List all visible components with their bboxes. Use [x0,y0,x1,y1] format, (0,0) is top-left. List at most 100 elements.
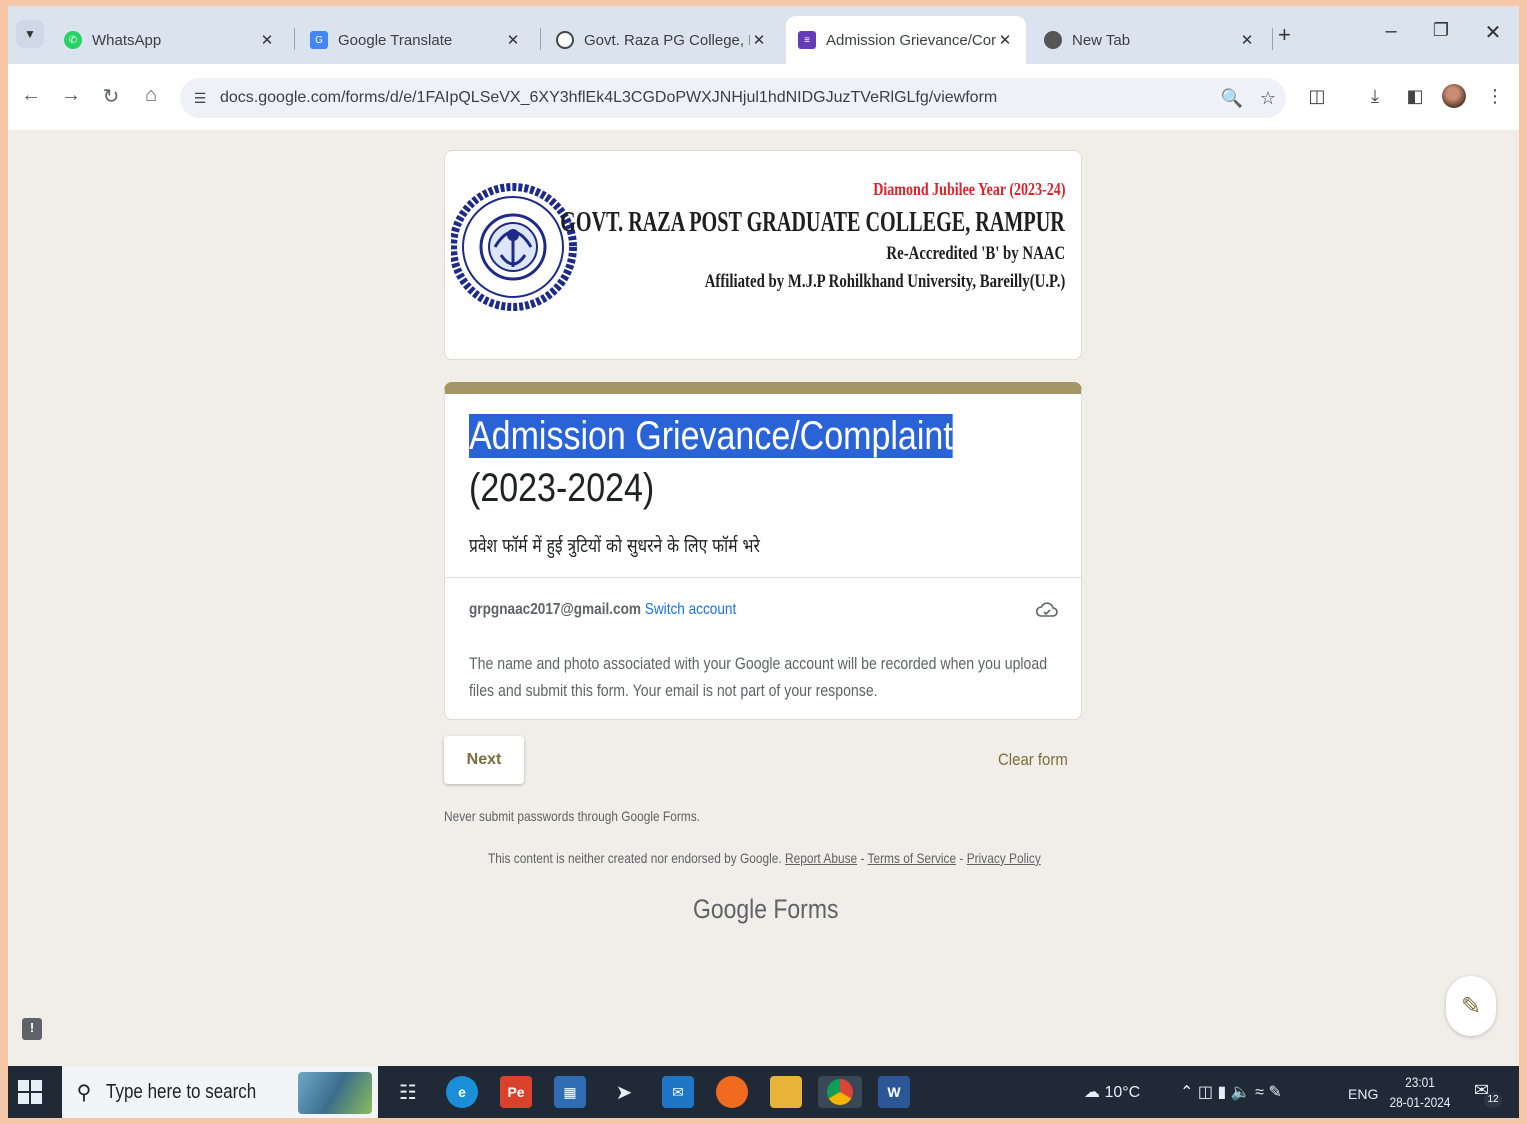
account-email: grpgnaac2017@gmail.com [469,601,641,618]
extensions-icon[interactable]: ◫ [1304,86,1330,107]
store-icon[interactable]: ▦ [554,1076,586,1108]
logo-forms: Forms [773,894,839,924]
divider [445,577,1081,578]
password-warning: Never submit passwords through Google Fo… [444,808,700,824]
terms-link[interactable]: Terms of Service [868,850,957,866]
form-title-rest: (2023-2024) [469,466,655,510]
minimize-button[interactable]: – [1376,20,1406,43]
form-title-selected-text: Admission Grievance/Complaint [469,414,953,458]
new-tab-button[interactable]: + [1278,22,1291,48]
clear-form-button[interactable]: Clear form [998,750,1068,770]
task-view-icon[interactable]: ☷ [392,1076,424,1108]
tab-admission-grievance[interactable]: ≡ Admission Grievance/Comp ✕ [786,16,1026,64]
system-tray-icons[interactable]: ⌃ ◫ ▮ 🔈 ≈ ✎ [1180,1082,1282,1102]
account-row: grpgnaac2017@gmail.com Switch account [469,601,736,619]
affiliation-text: Affiliated by M.J.P Rohilkhand Universit… [704,271,1065,292]
tab-title: Govt. Raza PG College, Ram [584,31,750,49]
close-icon[interactable]: ✕ [258,31,276,49]
tab-title: WhatsApp [92,31,162,49]
chrome-taskbar-icon[interactable] [818,1076,862,1108]
word-icon[interactable]: W [878,1076,910,1108]
plus-icon: + [1278,22,1291,47]
cloud-sync-icon[interactable] [1035,598,1059,622]
wifi-icon: ≈ [1255,1084,1264,1101]
close-icon: ✕ [1484,22,1502,44]
zoom-icon[interactable]: 🔍 [1214,88,1250,109]
form-title: Admission Grievance/Complaint (2023-2024… [469,410,1059,514]
chrome-icon [827,1079,853,1105]
report-abuse-link[interactable]: Report Abuse [785,850,857,866]
avatar[interactable] [1442,84,1466,108]
pen-icon: ✎ [1268,1084,1282,1101]
chevron-down-icon: ▼ [24,27,36,41]
close-icon[interactable]: ✕ [504,31,522,49]
tab-whatsapp[interactable]: ✆ WhatsApp ✕ [52,16,288,64]
site-settings-icon[interactable]: ☰ [180,90,220,107]
file-explorer-icon[interactable] [770,1076,802,1108]
report-issue-icon[interactable]: ! [22,1018,42,1040]
close-window-button[interactable]: ✕ [1478,20,1508,45]
privacy-link[interactable]: Privacy Policy [967,850,1041,866]
edit-pencil-button[interactable]: ✎ [1446,976,1496,1036]
arrow-left-icon: ← [21,84,41,106]
battery-icon: ▮ [1217,1084,1227,1101]
disclaimer: This content is neither created nor endo… [488,850,1041,866]
switch-account-link[interactable]: Switch account [645,601,736,618]
disclaimer-text: This content is neither created nor endo… [488,850,782,866]
accreditation-text: Re-Accredited 'B' by NAAC [886,243,1065,264]
tab-strip: ▼ ✆ WhatsApp ✕ G Google Translate ✕ Govt… [8,6,1519,64]
pe-app-icon[interactable]: Pe [500,1076,532,1108]
tab-new-tab[interactable]: New Tab ✕ [1032,16,1268,64]
jubilee-text: Diamond Jubilee Year (2023-24) [872,179,1065,199]
app-icon[interactable]: ➤ [608,1076,640,1108]
restore-icon: ❐ [1432,20,1450,40]
next-button[interactable]: Next [444,736,524,784]
mail-icon[interactable]: ✉ [662,1076,694,1108]
url-text[interactable]: docs.google.com/forms/d/e/1FAIpQLSeVX_6X… [220,89,1214,107]
bookmark-star-icon[interactable]: ☆ [1250,88,1286,109]
back-button[interactable]: ← [18,84,44,107]
close-icon[interactable]: ✕ [750,31,768,49]
chrome-icon [1044,31,1062,49]
firefox-icon[interactable] [716,1076,748,1108]
taskbar-search-box[interactable]: ⚲ Type here to search [62,1066,378,1118]
tab-search-button[interactable]: ▼ [16,20,44,48]
tab-govt-raza-college[interactable]: Govt. Raza PG College, Ram ✕ [544,16,780,64]
tab-google-translate[interactable]: G Google Translate ✕ [298,16,534,64]
download-icon[interactable]: ⤓ [1362,86,1388,107]
globe-icon [556,31,574,49]
pencil-icon: ✎ [1460,992,1482,1020]
menu-kebab-icon[interactable]: ⋮ [1482,86,1508,107]
minimize-icon: – [1385,20,1397,42]
tab-title: Google Translate [338,31,453,49]
whatsapp-icon: ✆ [64,31,82,49]
weather-widget[interactable]: ☁ 10°C [1084,1082,1140,1102]
close-icon[interactable]: ✕ [996,31,1014,49]
link-separator: - [857,850,868,866]
form-page: Diamond Jubilee Year (2023-24) GOVT. RAZ… [8,130,1519,1066]
screen: ▼ ✆ WhatsApp ✕ G Google Translate ✕ Govt… [8,6,1519,1118]
google-forms-logo[interactable]: Google Forms [693,894,838,925]
weather-temp: 10°C [1104,1084,1141,1101]
reload-button[interactable]: ↻ [98,84,124,109]
restore-button[interactable]: ❐ [1426,20,1456,41]
windows-start-icon[interactable] [18,1080,42,1104]
google-forms-icon: ≡ [798,31,816,49]
edge-icon[interactable]: e [446,1076,478,1108]
forward-button[interactable]: → [58,84,84,107]
language-indicator[interactable]: ENG [1348,1086,1378,1102]
tab-separator [294,28,295,50]
link-separator: - [956,850,967,866]
address-bar[interactable]: ☰ docs.google.com/forms/d/e/1FAIpQLSeVX_… [180,78,1286,118]
logo-google: Google [693,894,768,924]
tab-title: New Tab [1072,31,1131,49]
account-notice: The name and photo associated with your … [469,654,1048,700]
home-button[interactable]: ⌂ [138,84,164,107]
side-panel-icon[interactable]: ◧ [1402,86,1428,107]
form-description: प्रवेश फॉर्म में हुई त्रुटियों को सुधरने… [469,535,760,557]
clock[interactable]: 23:01 28-01-2024 [1386,1072,1454,1112]
close-icon[interactable]: ✕ [1238,31,1256,49]
browser-toolbar: ← → ↻ ⌂ ☰ docs.google.com/forms/d/e/1FAI… [8,64,1519,130]
form-title-card: Admission Grievance/Complaint (2023-2024… [444,382,1082,720]
college-name: GOVT. RAZA POST GRADUATE COLLEGE, RAMPUR [560,207,1065,238]
